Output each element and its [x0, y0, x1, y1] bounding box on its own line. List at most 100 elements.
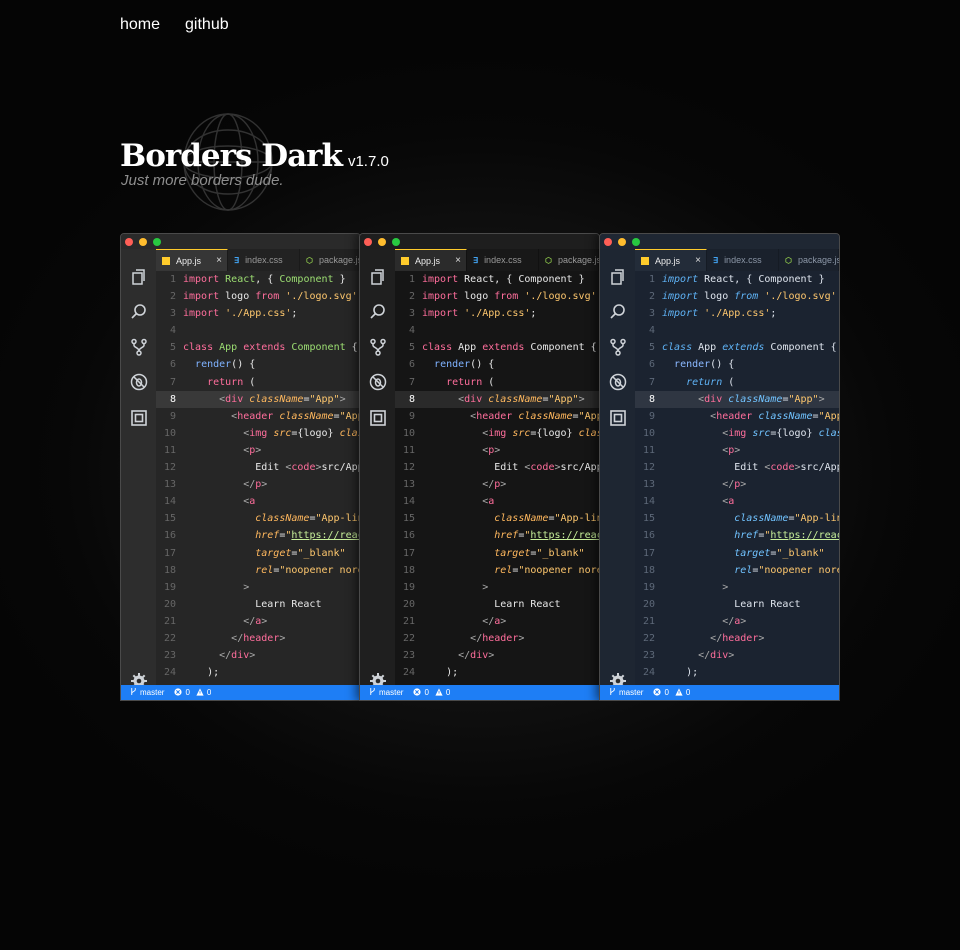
code-token: a [728, 496, 735, 508]
files-icon[interactable] [369, 268, 387, 286]
code-token: > [758, 632, 765, 644]
editor-body: App.js × ∃ index.css ⬡ package.json 1 import Re… [600, 249, 839, 689]
line-number: 21 [163, 615, 176, 627]
code-line: 15 className="App-link" [635, 510, 839, 527]
code-token: </ [470, 632, 483, 644]
code-token: </ [219, 650, 232, 662]
tab-package-json[interactable]: ⬡ package.json [539, 249, 599, 271]
nav-github-link[interactable]: github [185, 16, 229, 34]
maximize-window-button[interactable] [153, 237, 161, 246]
tab-close-icon[interactable]: × [455, 255, 461, 266]
tab-app-js[interactable]: App.js × [395, 249, 467, 271]
code-token: App [458, 342, 477, 354]
close-window-button[interactable] [604, 237, 612, 246]
code-token: className [494, 513, 549, 525]
node-file-icon: ⬡ [545, 255, 552, 265]
code-token: rel [734, 564, 753, 576]
problems-indicator[interactable]: 00 [653, 687, 690, 698]
problems-indicator[interactable]: 00 [413, 687, 450, 698]
minimize-window-button[interactable] [618, 237, 626, 246]
maximize-window-button[interactable] [392, 237, 400, 246]
extensions-icon[interactable] [369, 409, 387, 427]
theme-screenshots: App.js × ∃ index.css ⬡ package.json 1 import Re… [120, 233, 840, 701]
tab-package-json[interactable]: ⬡ package.json [779, 249, 839, 271]
code-token: > [518, 632, 525, 644]
maximize-window-button[interactable] [632, 237, 640, 246]
close-window-button[interactable] [125, 237, 133, 246]
branch-indicator[interactable]: master [130, 687, 164, 698]
code-editor[interactable]: 1 import React, { Component } 2 import logo… [395, 271, 599, 685]
code-token: > [255, 444, 262, 456]
code-token: import [422, 274, 459, 285]
debug-icon[interactable] [130, 373, 148, 391]
nav-home-link[interactable]: home [120, 16, 160, 34]
close-window-button[interactable] [364, 237, 372, 246]
line-number: 3 [648, 308, 655, 320]
extensions-icon[interactable] [130, 409, 148, 427]
code-line: 19 > [635, 579, 839, 596]
minimize-window-button[interactable] [378, 237, 386, 246]
code-token: > [722, 581, 729, 593]
code-line-active: 8 <div className="App"> [395, 390, 599, 408]
tab-package-json[interactable]: ⬡ package.json [300, 249, 360, 271]
branch-indicator[interactable]: master [609, 687, 643, 698]
code-editor[interactable]: 1 import React, { Component } 2 import logo… [635, 271, 839, 685]
code-token: className [578, 427, 599, 439]
code-token: header [476, 410, 513, 422]
code-token: Component [758, 274, 813, 285]
code-token: > [243, 581, 250, 593]
tab-app-js[interactable]: App.js × [156, 249, 228, 271]
branch-indicator[interactable]: master [369, 687, 403, 698]
editor-window: App.js × ∃ index.css ⬡ package.json 1 import Re… [599, 233, 840, 701]
tab-close-icon[interactable]: × [695, 255, 701, 266]
line-number: 6 [648, 359, 655, 371]
extensions-icon[interactable] [609, 409, 627, 427]
files-icon[interactable] [609, 268, 627, 286]
code-token: div [470, 650, 489, 662]
code-token: > [249, 650, 256, 662]
code-token: > [818, 393, 825, 405]
debug-icon[interactable] [609, 373, 627, 391]
source-control-icon[interactable] [130, 338, 148, 356]
line-number: 20 [163, 598, 176, 610]
tab-close-icon[interactable]: × [216, 255, 222, 266]
files-icon[interactable] [130, 268, 148, 286]
tab-index-css[interactable]: ∃ index.css [707, 249, 779, 271]
line-number: 20 [402, 598, 415, 610]
search-icon[interactable] [130, 303, 148, 321]
code-token: header [722, 632, 759, 644]
code-line: 13 </p> [635, 476, 839, 493]
problems-indicator[interactable]: 00 [174, 687, 211, 698]
code-token: </ [243, 615, 256, 627]
code-line: 5 class App extends Component { [635, 339, 839, 356]
tab-index-css[interactable]: ∃ index.css [228, 249, 300, 271]
code-editor[interactable]: 1 import React, { Component } 2 import logo… [156, 271, 360, 685]
code-token: , { [494, 274, 519, 285]
warning-icon [675, 687, 683, 698]
code-token: div [231, 650, 250, 662]
debug-icon[interactable] [369, 373, 387, 391]
code-token: return [686, 376, 723, 388]
line-number: 1 [408, 274, 415, 285]
line-number: 12 [642, 462, 655, 474]
tab-app-js[interactable]: App.js × [635, 249, 707, 271]
line-number: 3 [169, 308, 176, 320]
code-token: code [530, 462, 555, 474]
minimize-window-button[interactable] [139, 237, 147, 246]
search-icon[interactable] [369, 303, 387, 321]
editor-tabs: App.js × ∃ index.css ⬡ package.json [395, 249, 599, 271]
editor-tabs: App.js × ∃ index.css ⬡ package.json [156, 249, 360, 271]
js-file-icon [401, 256, 409, 265]
source-control-icon[interactable] [609, 338, 627, 356]
search-icon[interactable] [609, 303, 627, 321]
code-token: "App-link" [794, 513, 839, 525]
code-token: ; [770, 308, 777, 320]
editor-body: App.js × ∃ index.css ⬡ package.json 1 import Re… [360, 249, 599, 689]
tab-index-css[interactable]: ∃ index.css [467, 249, 539, 271]
source-control-icon[interactable] [369, 338, 387, 356]
